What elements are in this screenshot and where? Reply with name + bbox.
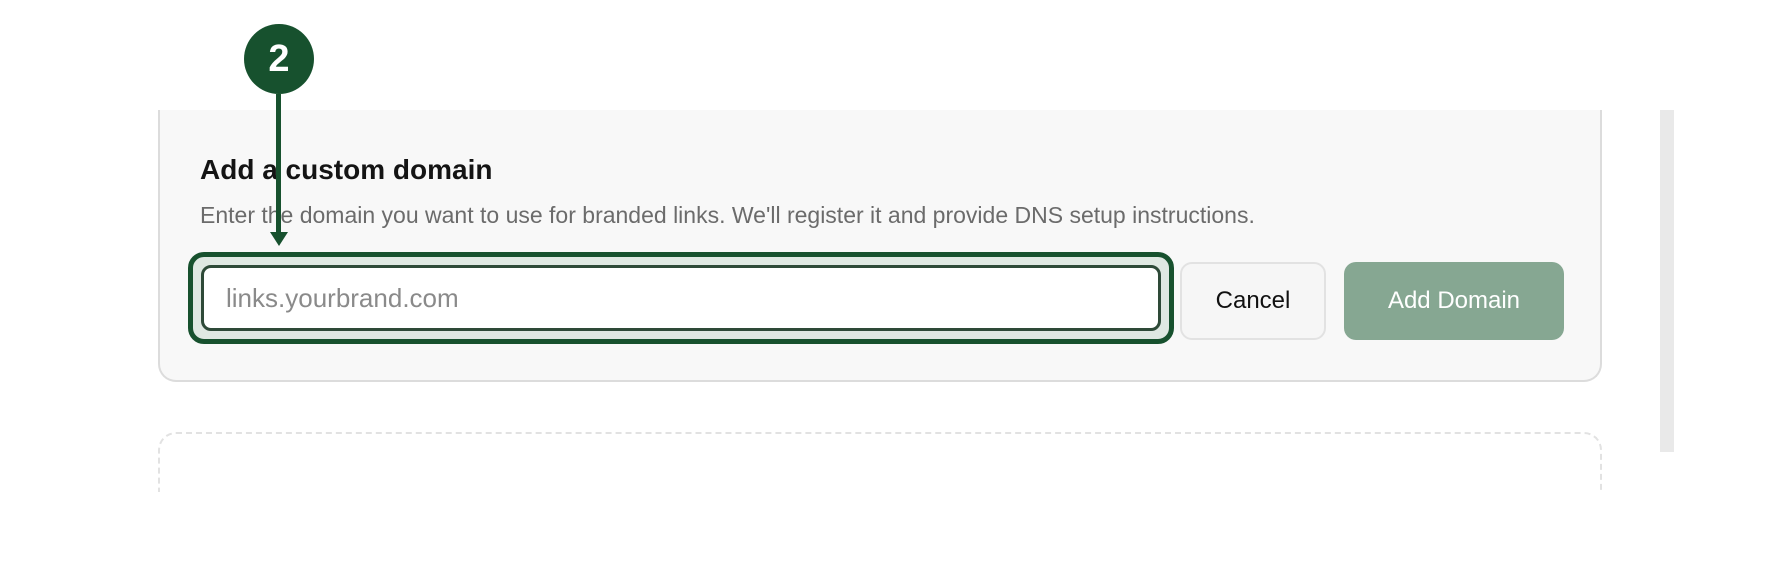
page: Add a custom domain Enter the domain you… [0,0,1784,564]
step-pointer-line [276,94,281,234]
scrollbar-track[interactable] [1660,110,1674,452]
card-description: Enter the domain you want to use for bra… [200,202,1255,228]
domain-list-placeholder [158,432,1602,492]
add-domain-button[interactable]: Add Domain [1344,262,1564,340]
cancel-button[interactable]: Cancel [1180,262,1326,340]
add-domain-card: Add a custom domain Enter the domain you… [158,110,1602,382]
domain-input-highlight [188,252,1174,344]
step-badge: 2 [244,24,314,94]
card-title: Add a custom domain [200,154,493,185]
domain-input[interactable] [201,265,1161,331]
arrow-down-icon [270,232,288,246]
